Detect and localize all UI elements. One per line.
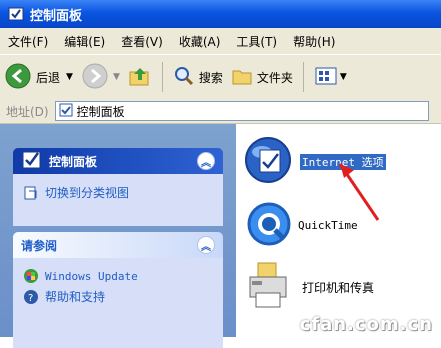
address-control-panel-icon bbox=[59, 103, 73, 120]
help-support-label: 帮助和支持 bbox=[45, 290, 106, 304]
control-panel-body: 切换到分类视图 bbox=[13, 174, 223, 226]
quicktime-icon bbox=[244, 199, 294, 252]
items-view: Internet 选项 QuickTime 打印机和传真 bbox=[236, 124, 441, 337]
address-value: 控制面板 bbox=[76, 104, 125, 119]
menu-view[interactable]: 查看(V) bbox=[113, 33, 171, 50]
up-folder-button[interactable] bbox=[124, 64, 156, 91]
quicktime-label: QuickTime bbox=[298, 219, 358, 232]
folder-icon bbox=[231, 65, 253, 90]
see-also-title: 请参阅 bbox=[21, 238, 58, 253]
see-also-header[interactable]: 请参阅 ︽ bbox=[13, 232, 223, 258]
folders-button[interactable]: 文件夹 bbox=[227, 65, 297, 90]
toolbar: 后退 ▼ ▼ 搜索 文件夹 ▼ bbox=[0, 54, 441, 100]
toolbar-separator bbox=[302, 62, 304, 92]
printers-faxes-label: 打印机和传真 bbox=[302, 281, 375, 295]
back-button[interactable]: 后退 ▼ bbox=[0, 62, 77, 93]
search-label: 搜索 bbox=[198, 70, 223, 85]
views-icon bbox=[314, 65, 340, 90]
control-panel-icon bbox=[8, 6, 24, 22]
control-panel-header-title: 控制面板 bbox=[49, 154, 98, 169]
views-dropdown-icon[interactable]: ▼ bbox=[340, 72, 347, 82]
forward-dropdown-icon[interactable]: ▼ bbox=[113, 72, 120, 82]
collapse-chevron-icon[interactable]: ︽ bbox=[197, 152, 215, 170]
watermark-text: cfan.com.cn bbox=[299, 314, 433, 335]
printer-fax-icon bbox=[244, 259, 298, 316]
switch-category-view-link[interactable]: 切换到分类视图 bbox=[23, 184, 213, 201]
back-dropdown-icon[interactable]: ▼ bbox=[66, 72, 73, 82]
windows-update-icon bbox=[23, 268, 39, 284]
control-panel-header[interactable]: 控制面板 ︽ bbox=[13, 148, 223, 174]
menu-help[interactable]: 帮助(H) bbox=[285, 33, 343, 50]
windows-update-link[interactable]: Windows Update bbox=[23, 268, 213, 284]
search-button[interactable]: 搜索 bbox=[169, 65, 227, 90]
address-bar: 地址(D) 控制面板 bbox=[0, 99, 441, 124]
window-title: 控制面板 bbox=[30, 8, 83, 24]
help-icon: ? bbox=[23, 289, 39, 305]
search-icon bbox=[173, 65, 195, 90]
forward-arrow-icon bbox=[81, 62, 109, 93]
menu-favorites[interactable]: 收藏(A) bbox=[171, 33, 229, 50]
see-also-body: Windows Update ? 帮助和支持 bbox=[13, 258, 223, 348]
up-folder-icon bbox=[128, 64, 152, 91]
toolbar-separator bbox=[161, 62, 163, 92]
menu-file[interactable]: 文件(F) bbox=[0, 33, 56, 50]
address-field[interactable]: 控制面板 bbox=[54, 101, 429, 121]
printers-faxes-item[interactable]: 打印机和传真 bbox=[244, 259, 374, 316]
menu-tools[interactable]: 工具(T) bbox=[228, 33, 285, 50]
windows-update-label: Windows Update bbox=[45, 269, 138, 283]
see-also-task-box: 请参阅 ︽ Windows Update ? 帮助和支持 bbox=[13, 232, 223, 348]
title-bar[interactable]: 控制面板 bbox=[0, 0, 441, 28]
task-pane: 控制面板 ︽ 切换到分类视图 请参阅 ︽ Windows Update ? 帮助… bbox=[0, 124, 236, 348]
back-label: 后退 bbox=[36, 70, 61, 85]
collapse-chevron-icon[interactable]: ︽ bbox=[197, 236, 215, 254]
folders-label: 文件夹 bbox=[256, 70, 293, 85]
views-button[interactable]: ▼ bbox=[310, 65, 351, 90]
switch-category-view-label: 切换到分类视图 bbox=[45, 186, 130, 200]
forward-button[interactable]: ▼ bbox=[77, 62, 124, 93]
menu-bar: 文件(F) 编辑(E) 查看(V) 收藏(A) 工具(T) 帮助(H) bbox=[0, 28, 441, 54]
svg-text:?: ? bbox=[28, 293, 33, 304]
help-support-link[interactable]: ? 帮助和支持 bbox=[23, 288, 213, 305]
control-panel-task-box: 控制面板 ︽ 切换到分类视图 bbox=[13, 148, 223, 226]
category-view-icon bbox=[23, 185, 39, 201]
back-arrow-icon bbox=[4, 62, 32, 93]
menu-edit[interactable]: 编辑(E) bbox=[56, 33, 113, 50]
quicktime-item[interactable]: QuickTime bbox=[244, 199, 358, 252]
control-panel-large-icon bbox=[21, 149, 43, 174]
address-label: 地址(D) bbox=[6, 104, 49, 119]
